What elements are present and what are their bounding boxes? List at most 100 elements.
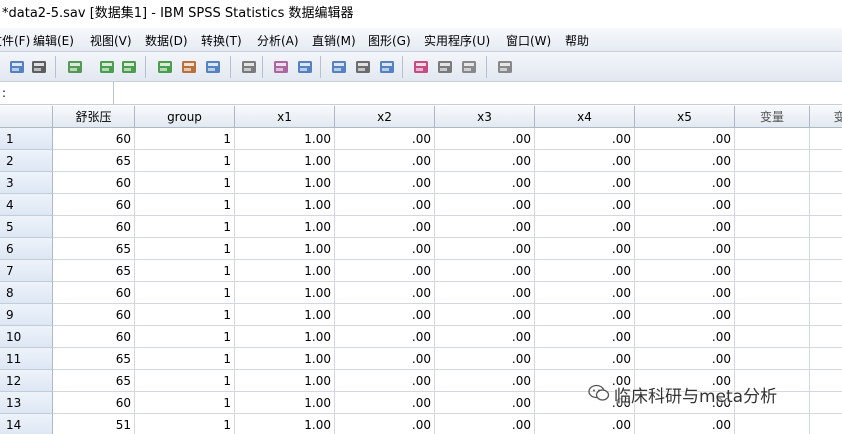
table-cell[interactable]: 1: [135, 128, 235, 150]
table-cell[interactable]: .00: [635, 150, 735, 172]
goto-variable-icon[interactable]: [180, 58, 198, 76]
table-cell[interactable]: [810, 304, 842, 326]
column-header[interactable]: x5: [635, 106, 735, 128]
find-icon[interactable]: [240, 58, 258, 76]
table-cell[interactable]: .00: [335, 392, 435, 414]
table-cell[interactable]: 1.00: [235, 304, 335, 326]
menu-item-8[interactable]: 实用程序(U): [424, 32, 490, 49]
table-cell[interactable]: [810, 150, 842, 172]
column-header[interactable]: x1: [235, 106, 335, 128]
row-header[interactable]: 13: [0, 392, 53, 414]
table-cell[interactable]: [810, 216, 842, 238]
table-cell[interactable]: [735, 326, 810, 348]
table-cell[interactable]: [735, 216, 810, 238]
table-cell[interactable]: 60: [53, 326, 135, 348]
table-cell[interactable]: .00: [335, 238, 435, 260]
row-header[interactable]: 2: [0, 150, 53, 172]
table-cell[interactable]: [735, 150, 810, 172]
table-cell[interactable]: .00: [635, 348, 735, 370]
table-cell[interactable]: 1: [135, 414, 235, 434]
table-cell[interactable]: .00: [335, 150, 435, 172]
column-header[interactable]: 舒张压: [53, 106, 135, 128]
table-cell[interactable]: .00: [435, 326, 535, 348]
undo-icon[interactable]: [98, 58, 116, 76]
table-cell[interactable]: .00: [435, 392, 535, 414]
table-cell[interactable]: .00: [635, 194, 735, 216]
table-cell[interactable]: 65: [53, 370, 135, 392]
table-cell[interactable]: [735, 238, 810, 260]
table-cell[interactable]: .00: [435, 150, 535, 172]
table-cell[interactable]: 1: [135, 326, 235, 348]
weight-cases-icon[interactable]: [354, 58, 372, 76]
table-cell[interactable]: .00: [535, 414, 635, 434]
table-cell[interactable]: 1: [135, 304, 235, 326]
use-sets-icon[interactable]: [436, 58, 454, 76]
table-cell[interactable]: [810, 172, 842, 194]
table-cell[interactable]: [810, 370, 842, 392]
table-cell[interactable]: [735, 260, 810, 282]
table-cell[interactable]: .00: [335, 128, 435, 150]
row-header[interactable]: 14: [0, 414, 53, 434]
column-header[interactable]: x3: [435, 106, 535, 128]
table-cell[interactable]: .00: [335, 216, 435, 238]
grid-corner[interactable]: [0, 106, 53, 128]
table-cell[interactable]: .00: [335, 370, 435, 392]
menu-item-0[interactable]: 文件(F): [0, 32, 30, 49]
table-cell[interactable]: [810, 348, 842, 370]
table-cell[interactable]: [735, 414, 810, 434]
table-cell[interactable]: .00: [335, 172, 435, 194]
table-cell[interactable]: .00: [435, 282, 535, 304]
table-cell[interactable]: [735, 128, 810, 150]
table-cell[interactable]: 1.00: [235, 150, 335, 172]
table-cell[interactable]: .00: [335, 326, 435, 348]
table-cell[interactable]: .00: [535, 304, 635, 326]
table-cell[interactable]: 60: [53, 216, 135, 238]
row-header[interactable]: 9: [0, 304, 53, 326]
row-header[interactable]: 4: [0, 194, 53, 216]
menu-item-10[interactable]: 帮助: [565, 32, 589, 49]
table-cell[interactable]: [735, 348, 810, 370]
table-cell[interactable]: .00: [435, 414, 535, 434]
table-cell[interactable]: 1.00: [235, 260, 335, 282]
table-cell[interactable]: .00: [435, 370, 535, 392]
variables-icon[interactable]: [204, 58, 222, 76]
insert-cases-icon[interactable]: [272, 58, 290, 76]
table-cell[interactable]: .00: [535, 260, 635, 282]
menu-item-6[interactable]: 直销(M): [312, 32, 356, 49]
row-header[interactable]: 5: [0, 216, 53, 238]
table-cell[interactable]: .00: [535, 128, 635, 150]
table-cell[interactable]: 1.00: [235, 172, 335, 194]
table-cell[interactable]: 60: [53, 304, 135, 326]
menu-item-3[interactable]: 数据(D): [145, 32, 188, 49]
table-cell[interactable]: 1.00: [235, 238, 335, 260]
value-labels-icon[interactable]: [412, 58, 430, 76]
table-cell[interactable]: .00: [635, 128, 735, 150]
column-header[interactable]: 变量: [735, 106, 810, 128]
table-cell[interactable]: .00: [535, 282, 635, 304]
table-cell[interactable]: .00: [435, 304, 535, 326]
table-cell[interactable]: .00: [435, 194, 535, 216]
table-cell[interactable]: 1.00: [235, 348, 335, 370]
table-cell[interactable]: [810, 194, 842, 216]
row-header[interactable]: 8: [0, 282, 53, 304]
table-cell[interactable]: .00: [335, 260, 435, 282]
table-cell[interactable]: .00: [535, 326, 635, 348]
row-header[interactable]: 7: [0, 260, 53, 282]
table-cell[interactable]: 51: [53, 414, 135, 434]
menu-item-7[interactable]: 图形(G): [368, 32, 411, 49]
select-cases-icon[interactable]: [378, 58, 396, 76]
table-cell[interactable]: 1: [135, 370, 235, 392]
row-header[interactable]: 1: [0, 128, 53, 150]
table-cell[interactable]: [810, 392, 842, 414]
table-cell[interactable]: [810, 326, 842, 348]
table-cell[interactable]: .00: [335, 414, 435, 434]
table-cell[interactable]: .00: [635, 282, 735, 304]
menu-item-1[interactable]: 编辑(E): [33, 32, 74, 49]
cell-reference[interactable]: :: [0, 82, 114, 104]
table-cell[interactable]: .00: [635, 414, 735, 434]
column-header[interactable]: x4: [535, 106, 635, 128]
table-cell[interactable]: 1.00: [235, 216, 335, 238]
table-cell[interactable]: 1: [135, 282, 235, 304]
row-header[interactable]: 6: [0, 238, 53, 260]
row-header[interactable]: 12: [0, 370, 53, 392]
